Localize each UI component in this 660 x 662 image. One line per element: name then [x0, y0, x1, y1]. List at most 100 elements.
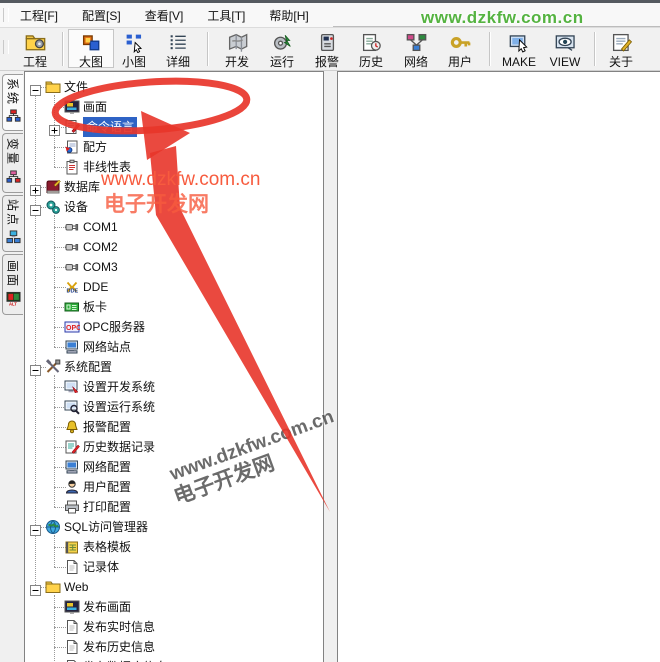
details-icon: [168, 32, 189, 56]
side-tab-variable[interactable]: 变量: [2, 133, 23, 193]
tree-item-label: 画面: [83, 97, 107, 117]
tree-item-database[interactable]: 数据库: [25, 177, 323, 197]
toolbar-gripper[interactable]: [3, 40, 9, 54]
tree-item-label: 发布实时信息: [83, 617, 155, 637]
toolbar-button-project[interactable]: 工程: [12, 29, 58, 68]
side-tab-picture[interactable]: 画面 ALT: [2, 254, 23, 315]
menu-item-help[interactable]: 帮助[H]: [266, 5, 311, 26]
tree-item-com2[interactable]: COM2: [25, 237, 323, 257]
menu-bar: 工程[F] 配置[S] 查看[V] 工具[T] 帮助[H]: [0, 3, 660, 28]
tree-item-devices[interactable]: 设备: [25, 197, 323, 217]
tree-item-nonlinear-table[interactable]: 非线性表: [25, 157, 323, 177]
tree-item-label: Web: [64, 577, 88, 597]
menu-item-config[interactable]: 配置[S]: [79, 5, 124, 26]
side-tab-label: 变量: [5, 138, 22, 166]
kingview-project-explorer-window: 工程[F]配置[S]查看[V]工具[T]帮助[H] www.dzkfw.com.…: [0, 0, 660, 662]
side-tab-station[interactable]: 站点: [2, 195, 23, 252]
tree-item-opc-server[interactable]: OPCOPC服务器: [25, 317, 323, 337]
toolbar-button-history[interactable]: 历史: [348, 29, 394, 68]
tree-item-label: 板卡: [83, 297, 107, 317]
toolbar-button-make[interactable]: MAKE: [496, 29, 542, 68]
tree-item-dde[interactable]: DDE DDE: [25, 277, 323, 297]
menu-item-view[interactable]: 查看[V]: [142, 5, 187, 26]
tree-item-command-language[interactable]: 命令语言: [25, 117, 323, 137]
side-tab-strip: 系统变量站点画面 ALT: [0, 71, 24, 662]
tree-item-record-body[interactable]: 记录体: [25, 557, 323, 577]
history-icon: [361, 32, 382, 56]
network-icon: [406, 32, 427, 56]
tree-item-sql-access-manager[interactable]: SQL访问管理器: [25, 517, 323, 537]
tree-item-system-config[interactable]: 系统配置: [25, 357, 323, 377]
tree-item-files[interactable]: 文件: [25, 77, 323, 97]
toolbar-button-details[interactable]: 详细: [155, 29, 201, 68]
tree-item-publish-picture[interactable]: 发布画面: [25, 597, 323, 617]
toolbar-button-run[interactable]: 运行: [259, 29, 305, 68]
tree-item-publish-realtime-info[interactable]: 发布实时信息: [25, 617, 323, 637]
tree-item-publish-history-info[interactable]: 发布历史信息: [25, 637, 323, 657]
tree-item-publish-database-info[interactable]: 发布数据库信息: [25, 657, 323, 662]
side-tab-system[interactable]: 系统: [2, 74, 23, 131]
tree-item-table-template[interactable]: 表格模板: [25, 537, 323, 557]
workspace-panel[interactable]: [337, 71, 660, 662]
tree-item-label: 表格模板: [83, 537, 131, 557]
view-icon: [555, 32, 576, 56]
tree-item-user-config[interactable]: 用户配置: [25, 477, 323, 497]
svg-text:DDE: DDE: [67, 289, 79, 295]
tree-item-print-config[interactable]: 打印配置: [25, 497, 323, 517]
side-tab-label: 画面: [5, 260, 22, 288]
tree-item-label: 配方: [83, 137, 107, 157]
tree-item-label: 网络站点: [83, 337, 131, 357]
tree-item-history-data-record[interactable]: 历史数据记录: [25, 437, 323, 457]
tree-item-label: 文件: [64, 77, 88, 97]
menu-items: 工程[F] 配置[S] 查看[V] 工具[T] 帮助[H]: [13, 5, 312, 26]
menubar-gripper[interactable]: [3, 8, 9, 22]
toolbar-button-label: 网络: [404, 56, 428, 69]
toolbar-button-develop[interactable]: 开发: [214, 29, 260, 68]
tree-item-com1[interactable]: COM1: [25, 217, 323, 237]
tree-item-label: COM2: [83, 237, 118, 257]
tree-item-network-station[interactable]: 网络站点: [25, 337, 323, 357]
toolbar-button-label: 历史: [359, 56, 383, 69]
tree-item-label: 网络配置: [83, 457, 131, 477]
menu-item-project[interactable]: 工程[F]: [17, 5, 61, 26]
toolbar-button-label: 详细: [166, 56, 190, 69]
tree-item-label: 设置开发系统: [83, 377, 155, 397]
tree-item-label: 历史数据记录: [83, 437, 155, 457]
toolbar-button-label: 大图: [79, 56, 103, 69]
toolbar-separator: [62, 32, 64, 66]
toolbar-button-label: 小图: [122, 56, 146, 69]
tree-item-label: COM3: [83, 257, 118, 277]
tree-item-label: DDE: [83, 277, 108, 297]
toolbar-button-user[interactable]: 用户: [437, 29, 483, 68]
tree-item-label: 非线性表: [83, 157, 131, 177]
tree-item-label: 数据库: [64, 177, 100, 197]
svg-text:ALT: ALT: [9, 301, 17, 306]
toolbar-button-network[interactable]: 网络: [393, 29, 439, 68]
toolbar-button-small-icons[interactable]: 小图: [111, 29, 157, 68]
toolbar-button-label: VIEW: [550, 56, 581, 69]
tree-item-network-config[interactable]: 网络配置: [25, 457, 323, 477]
tree-item-label: 发布画面: [83, 597, 131, 617]
tree-item-label: 报警配置: [83, 417, 131, 437]
toolbar-button-label: 用户: [448, 56, 472, 69]
tree-item-label: 用户配置: [83, 477, 131, 497]
toolbar-button-view[interactable]: VIEW: [542, 29, 588, 68]
tree-item-recipe[interactable]: 配方: [25, 137, 323, 157]
tree-item-alarm-config[interactable]: 报警配置: [25, 417, 323, 437]
tree-item-com3[interactable]: COM3: [25, 257, 323, 277]
tree-item-run-system-settings[interactable]: 设置运行系统: [25, 397, 323, 417]
toolbar-button-about[interactable]: 关于: [598, 29, 644, 68]
small-icons-icon: [124, 32, 145, 56]
toolbar-button-alarm[interactable]: 报警: [304, 29, 350, 68]
toolbar-button-big-icons[interactable]: 大图: [68, 29, 114, 68]
toolbar: 工程大图 小图 详细 开发运行报警历史 网络 用户 MAKE VIEW 关于: [0, 28, 660, 71]
user-icon: [450, 32, 471, 56]
variable-tab-icon: [6, 170, 21, 188]
watermark-underline: [333, 26, 660, 27]
tree-item-web[interactable]: Web: [25, 577, 323, 597]
tree-item-board-card[interactable]: 板卡: [25, 297, 323, 317]
tree-item-label: SQL访问管理器: [64, 517, 148, 537]
tree-item-pictures[interactable]: 画面: [25, 97, 323, 117]
tree-item-dev-system-settings[interactable]: 设置开发系统: [25, 377, 323, 397]
menu-item-tools[interactable]: 工具[T]: [204, 5, 248, 26]
